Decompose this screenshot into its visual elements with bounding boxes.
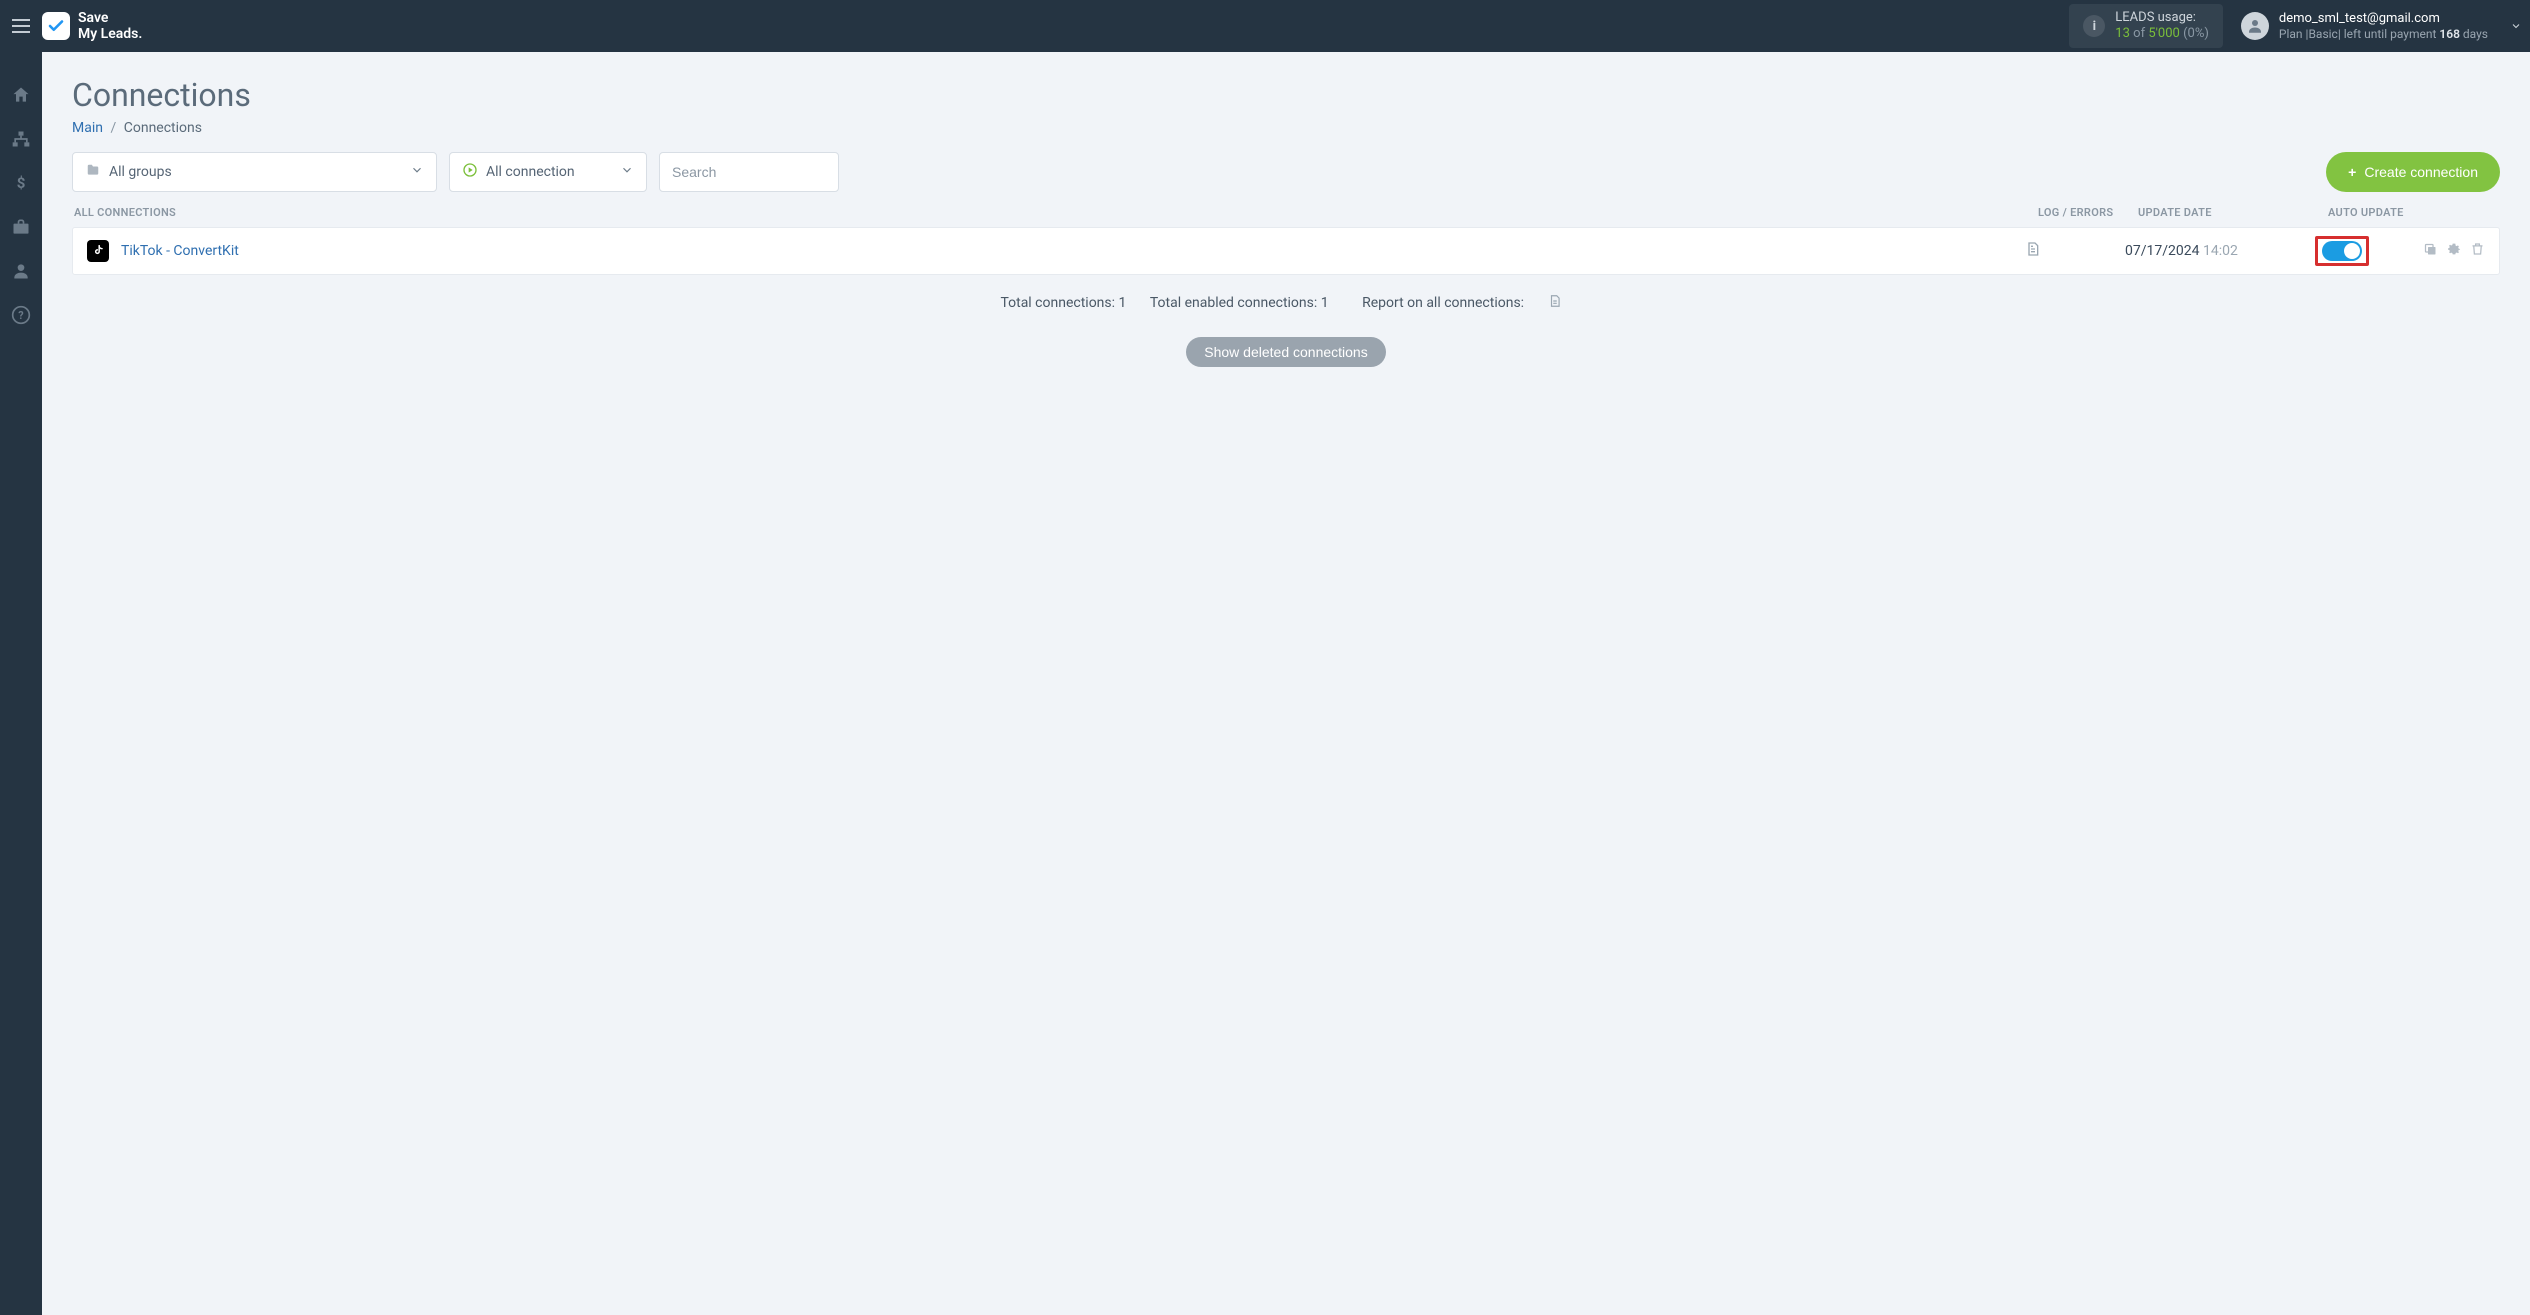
table-header: ALL CONNECTIONS LOG / ERRORS UPDATE DATE…	[72, 206, 2500, 227]
plus-icon: +	[2348, 164, 2356, 180]
sidebar: $ ?	[0, 52, 42, 1315]
info-icon: i	[2083, 15, 2105, 37]
trash-icon[interactable]	[2470, 241, 2485, 261]
chevron-down-icon	[620, 163, 634, 181]
avatar-icon	[2241, 12, 2269, 40]
dollar-icon[interactable]: $	[10, 172, 32, 194]
svg-text:?: ?	[18, 309, 23, 322]
brand[interactable]: Save My Leads.	[42, 10, 142, 42]
report-all: Report on all connections:	[1352, 295, 1571, 311]
brand-logo-icon	[42, 12, 70, 40]
create-connection-button[interactable]: + Create connection	[2326, 152, 2500, 192]
breadcrumb-main[interactable]: Main	[72, 120, 103, 136]
brand-text: Save My Leads.	[78, 10, 142, 42]
sitemap-icon[interactable]	[10, 128, 32, 150]
gear-icon[interactable]	[2446, 241, 2462, 261]
search-input[interactable]	[659, 152, 839, 192]
filters-row: All groups All connection + Create conne…	[72, 152, 2500, 192]
user-icon[interactable]	[10, 260, 32, 282]
update-date: 07/17/2024 14:02	[2125, 243, 2315, 259]
user-plan: Plan |Basic| left until payment 168 days	[2279, 27, 2488, 41]
summary-row: Total connections: 1 Total enabled conne…	[72, 293, 2500, 313]
connection-row: TikTok - ConvertKit 07/17/2024 14:02	[72, 227, 2500, 275]
play-circle-icon	[462, 162, 478, 182]
user-menu[interactable]: demo_sml_test@gmail.com Plan |Basic| lef…	[2241, 11, 2508, 41]
leads-label: LEADS usage:	[2115, 10, 2209, 26]
menu-button[interactable]	[0, 0, 42, 52]
chevron-down-icon	[410, 163, 424, 181]
home-icon[interactable]	[10, 84, 32, 106]
main-content: Connections Main / Connections All group…	[42, 52, 2530, 1315]
topbar: Save My Leads. i LEADS usage: 13 of 5'00…	[0, 0, 2530, 52]
briefcase-icon[interactable]	[10, 216, 32, 238]
copy-icon[interactable]	[2423, 242, 2438, 261]
breadcrumb-current: Connections	[124, 120, 202, 136]
leads-values: 13 of 5'000 (0%)	[2115, 26, 2209, 42]
help-icon[interactable]: ?	[10, 304, 32, 326]
connection-link[interactable]: TikTok - ConvertKit	[121, 243, 239, 259]
user-email: demo_sml_test@gmail.com	[2279, 11, 2488, 27]
folder-icon	[85, 163, 101, 181]
log-icon[interactable]	[2025, 240, 2041, 262]
enabled-connections: Total enabled connections: 1	[1150, 295, 1329, 311]
report-icon[interactable]	[1548, 297, 1562, 313]
tiktok-icon	[87, 240, 109, 262]
show-deleted-button[interactable]: Show deleted connections	[1186, 337, 1385, 367]
total-connections: Total connections: 1	[1000, 295, 1126, 311]
page-title: Connections	[72, 76, 2500, 114]
auto-update-toggle[interactable]	[2322, 241, 2362, 261]
breadcrumb: Main / Connections	[72, 120, 2500, 136]
status-select[interactable]: All connection	[449, 152, 647, 192]
groups-select[interactable]: All groups	[72, 152, 437, 192]
highlight-annotation	[2315, 236, 2369, 266]
svg-text:$: $	[17, 174, 26, 192]
chevron-down-icon[interactable]	[2508, 17, 2530, 36]
leads-usage[interactable]: i LEADS usage: 13 of 5'000 (0%)	[2069, 4, 2223, 47]
